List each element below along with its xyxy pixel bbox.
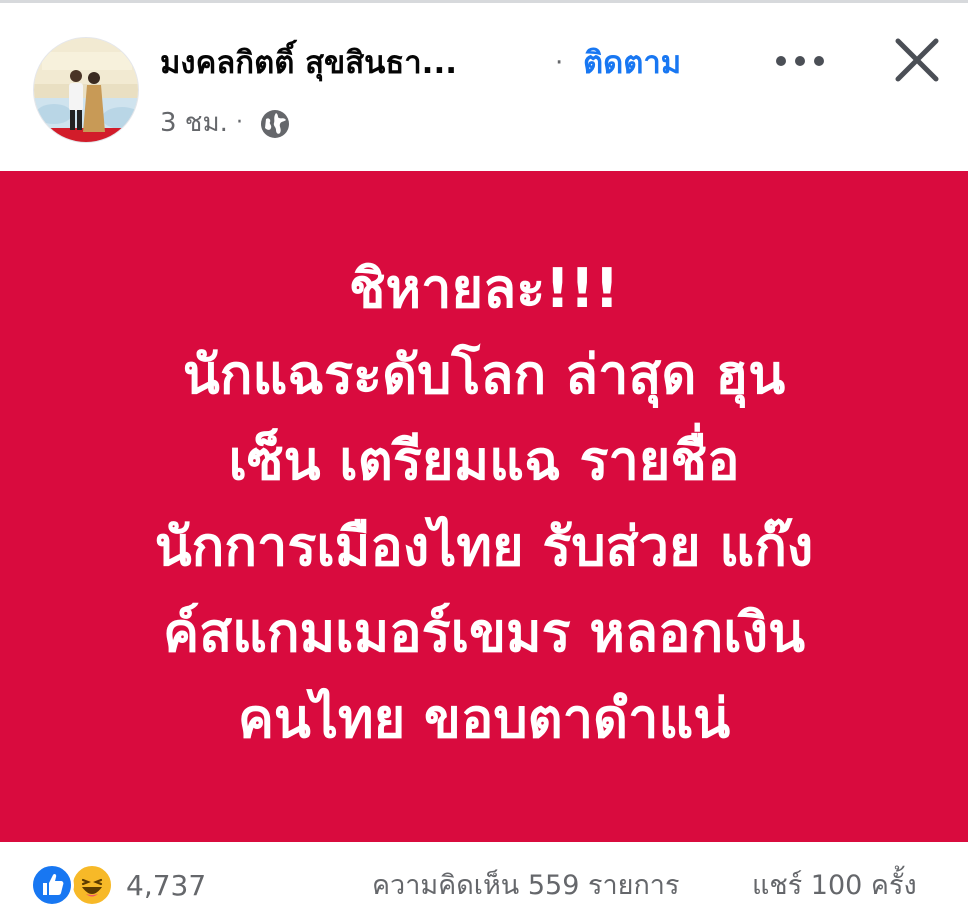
post-content-card[interactable]: ชิหายละ!!! นักแฉระดับโลก ล่าสุด ฮุน เซ็น… [0,171,968,842]
time-separator: · [236,110,243,135]
reaction-icons[interactable] [30,863,120,907]
more-options-icon[interactable] [772,37,828,85]
author-name[interactable]: มงคลกิตติ์ สุขสินธา... [160,41,457,85]
header-separator: · [555,48,564,78]
like-icon [30,863,74,907]
post-text: ชิหายละ!!! นักแฉระดับโลก ล่าสุด ฮุน เซ็น… [154,256,814,750]
post-timestamp[interactable]: 3 ชม. [160,103,228,143]
post-header: มงคลกิตติ์ สุขสินธา... · ติดตาม 3 ชม. · [0,3,968,171]
comment-count[interactable]: ความคิดเห็น 559 รายการ [372,867,679,905]
close-icon[interactable] [888,31,946,89]
author-avatar[interactable] [33,37,139,143]
post-stats-bar: 4,737 ความคิดเห็น 559 รายการ แชร์ 100 คร… [0,842,968,909]
reaction-count[interactable]: 4,737 [126,867,206,905]
globe-icon [260,109,290,139]
share-count[interactable]: แชร์ 100 ครั้ง [752,867,917,905]
follow-button[interactable]: ติดตาม [583,41,681,85]
haha-icon [70,863,114,907]
